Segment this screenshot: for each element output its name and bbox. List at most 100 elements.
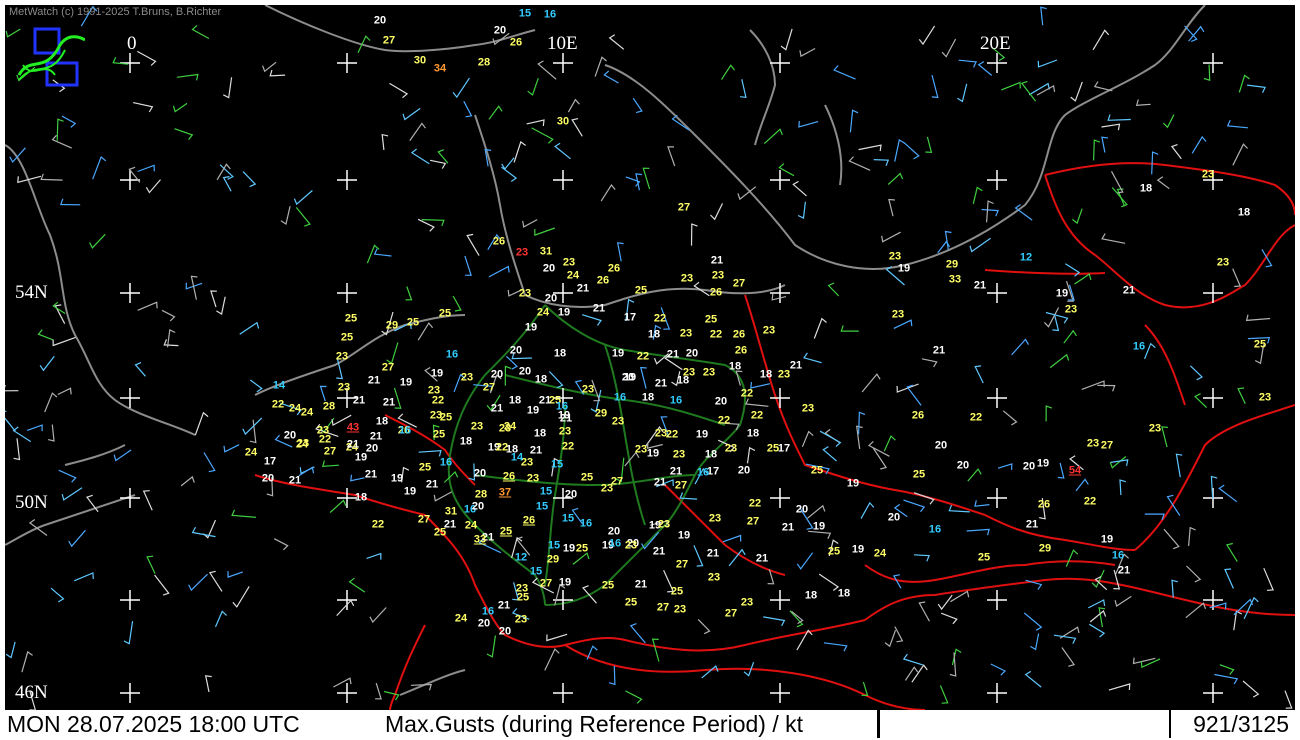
wind-barb <box>849 109 859 133</box>
wind-barb <box>188 573 208 592</box>
wind-barb <box>58 469 77 483</box>
wind-barb <box>1070 81 1083 102</box>
gust-value: 27 <box>417 513 431 526</box>
metwatch-window: MetWatch (c) 1991-2025 T.Bruns, B.Richte… <box>0 0 1300 740</box>
gust-value: 23 <box>657 518 671 531</box>
wind-barb <box>47 424 55 442</box>
gust-value: 23 <box>518 287 532 300</box>
wind-barb <box>544 648 560 671</box>
gust-value: 20 <box>261 472 275 485</box>
gust-value: 54 <box>1068 464 1082 477</box>
gust-value: 22 <box>748 497 762 510</box>
gust-value: 26 <box>709 286 723 299</box>
wind-barb <box>501 157 515 171</box>
wind-barb <box>190 275 198 300</box>
wind-barb <box>191 24 210 40</box>
wind-barb <box>1063 329 1078 344</box>
gust-value: 26 <box>596 274 610 287</box>
lat-label-46n: 46N <box>15 682 48 703</box>
wind-gust-map[interactable]: MetWatch (c) 1991-2025 T.Bruns, B.Richte… <box>5 5 1295 710</box>
wind-barb <box>348 577 366 593</box>
wind-barb <box>242 417 263 436</box>
wind-barb <box>1094 576 1108 591</box>
gust-value: 25 <box>432 428 446 441</box>
wind-barb <box>123 621 134 645</box>
wind-barb <box>1224 568 1234 589</box>
wind-barb <box>974 500 990 507</box>
gust-value: 22 <box>371 518 385 531</box>
gust-value: 14 <box>272 379 286 392</box>
gust-value: 16 <box>439 456 453 469</box>
wind-barb <box>37 329 54 341</box>
gust-value: 26 <box>1037 498 1051 511</box>
wind-barb <box>823 642 848 652</box>
wind-barb <box>1074 273 1092 285</box>
wind-barb <box>452 77 470 99</box>
wind-barb <box>295 207 311 227</box>
gust-value: 25 <box>439 411 453 424</box>
gust-value: 15 <box>535 500 549 513</box>
gust-value: 23 <box>581 383 595 396</box>
gust-value: 21 <box>576 282 590 295</box>
gust-value: 20 <box>1022 460 1036 473</box>
wind-barb <box>944 230 952 250</box>
wind-barb <box>232 586 250 608</box>
wind-barb <box>21 650 33 673</box>
wind-barb <box>142 490 153 511</box>
wind-barb <box>1170 144 1182 160</box>
gust-value: 27 <box>381 361 395 374</box>
wind-barb <box>981 208 999 217</box>
wind-barb <box>1037 59 1058 68</box>
gust-value: 25 <box>499 525 513 538</box>
gust-value: 29 <box>1038 542 1052 555</box>
gust-value: 25 <box>704 313 718 326</box>
gust-value: 23 <box>801 402 815 415</box>
gust-value: 22 <box>653 312 667 325</box>
wind-barb <box>1089 610 1107 623</box>
gust-value: 23 <box>562 256 576 269</box>
wind-barb <box>417 322 434 341</box>
gust-value: 16 <box>481 605 495 618</box>
wind-barb <box>373 248 392 257</box>
wind-barb <box>763 128 783 145</box>
wind-barb <box>1092 29 1110 51</box>
gust-value: 17 <box>623 311 637 324</box>
gust-value: 18 <box>676 374 690 387</box>
gust-value: 23 <box>514 613 528 626</box>
wind-barb <box>216 296 226 315</box>
wind-barb <box>860 501 875 519</box>
wind-barb <box>1162 114 1175 129</box>
wind-barb <box>203 452 216 473</box>
wind-barb <box>242 171 257 188</box>
gust-value: 25 <box>912 468 926 481</box>
gust-value: 19 <box>851 543 865 556</box>
gust-value: 20 <box>607 525 621 538</box>
gust-value: 19 <box>1055 287 1069 300</box>
wind-barb <box>375 682 382 700</box>
gust-value: 29 <box>546 553 560 566</box>
wind-barb <box>1088 599 1106 609</box>
wind-barb <box>369 607 387 624</box>
gust-value: 16 <box>696 466 710 479</box>
gust-value: 23 <box>888 250 902 263</box>
wind-barb <box>903 141 920 160</box>
gust-value: 23 <box>673 603 687 616</box>
wind-barb <box>531 127 554 144</box>
wind-barb <box>792 180 807 197</box>
wind-barb <box>796 552 814 570</box>
gust-value: 15 <box>561 512 575 525</box>
gust-value: 20 <box>564 488 578 501</box>
wind-barb <box>791 610 804 625</box>
wind-barb <box>534 227 556 236</box>
wind-barb <box>1175 453 1183 478</box>
wind-barb <box>819 430 842 448</box>
wind-barb <box>1210 475 1218 499</box>
wind-barb <box>1107 114 1131 121</box>
gust-value: 20 <box>473 467 487 480</box>
wind-barb <box>73 572 94 582</box>
gust-value: 18 <box>647 328 661 341</box>
gust-value: 15 <box>547 539 561 552</box>
wind-barb <box>1219 664 1235 675</box>
gust-value: 20 <box>493 24 507 37</box>
gust-value: 23 <box>891 308 905 321</box>
